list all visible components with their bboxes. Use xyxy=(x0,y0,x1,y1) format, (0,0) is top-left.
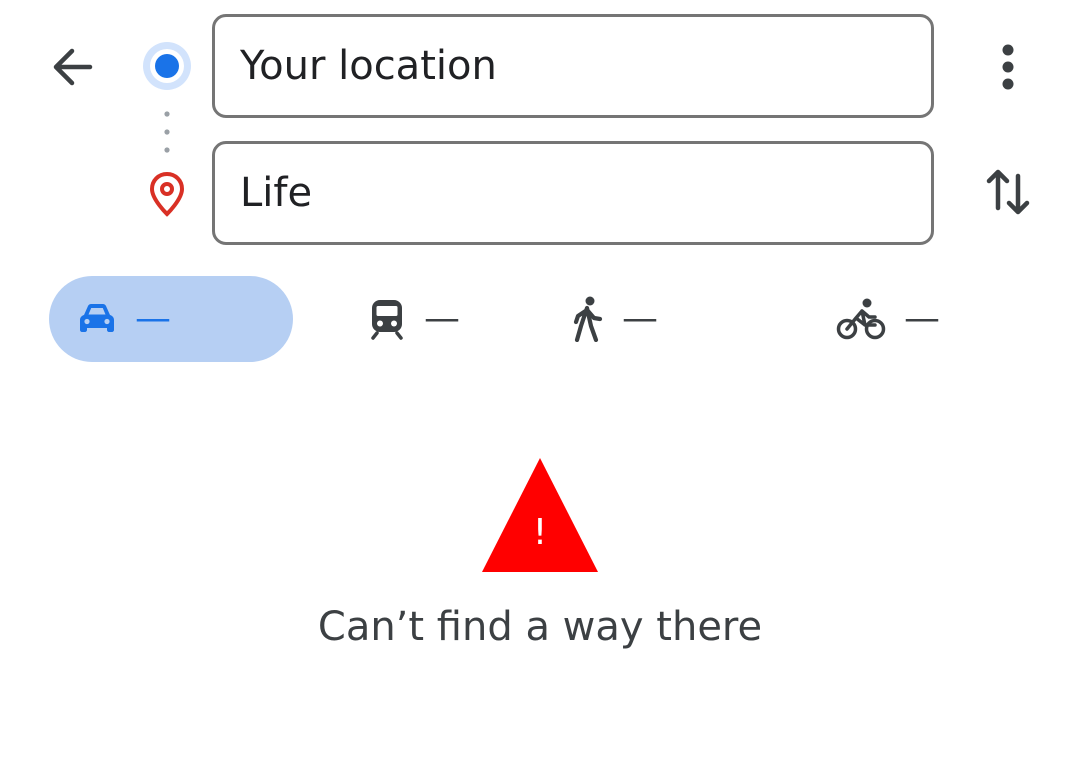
svg-text:!: ! xyxy=(533,512,547,553)
origin-input-value: Your location xyxy=(240,43,497,89)
walk-icon xyxy=(573,296,603,342)
directions-screen: Your location Life — — — — ! Can’t find … xyxy=(0,0,1080,766)
mode-transit-tab[interactable]: — xyxy=(368,276,460,362)
more-options-button[interactable] xyxy=(980,35,1036,99)
mode-walk-tab[interactable]: — xyxy=(570,276,658,362)
swap-vert-icon xyxy=(986,169,1030,215)
origin-input[interactable]: Your location xyxy=(212,14,934,118)
travel-mode-bar: — — — — xyxy=(0,276,1080,362)
origin-dot-icon xyxy=(143,42,191,90)
no-route-message: Can’t find a way there xyxy=(317,604,763,650)
bike-icon xyxy=(836,298,886,340)
mode-drive-tab[interactable]: — xyxy=(49,276,293,362)
train-icon xyxy=(371,300,403,340)
arrow-left-icon xyxy=(53,48,93,86)
place-pin-icon xyxy=(149,171,185,217)
more-vert-icon xyxy=(1002,44,1014,90)
warning-triangle-icon: ! xyxy=(482,458,598,572)
mode-walk-duration: — xyxy=(622,298,658,339)
mode-bike-tab[interactable]: — xyxy=(836,276,940,362)
back-button[interactable] xyxy=(40,35,104,99)
route-connector-dots xyxy=(164,111,170,153)
car-icon xyxy=(80,304,114,332)
destination-input[interactable]: Life xyxy=(212,141,934,245)
swap-locations-button[interactable] xyxy=(976,160,1040,224)
destination-input-value: Life xyxy=(240,170,313,216)
mode-transit-duration: — xyxy=(424,298,460,339)
mode-bike-duration: — xyxy=(904,298,940,339)
mode-drive-duration: — xyxy=(135,298,171,339)
